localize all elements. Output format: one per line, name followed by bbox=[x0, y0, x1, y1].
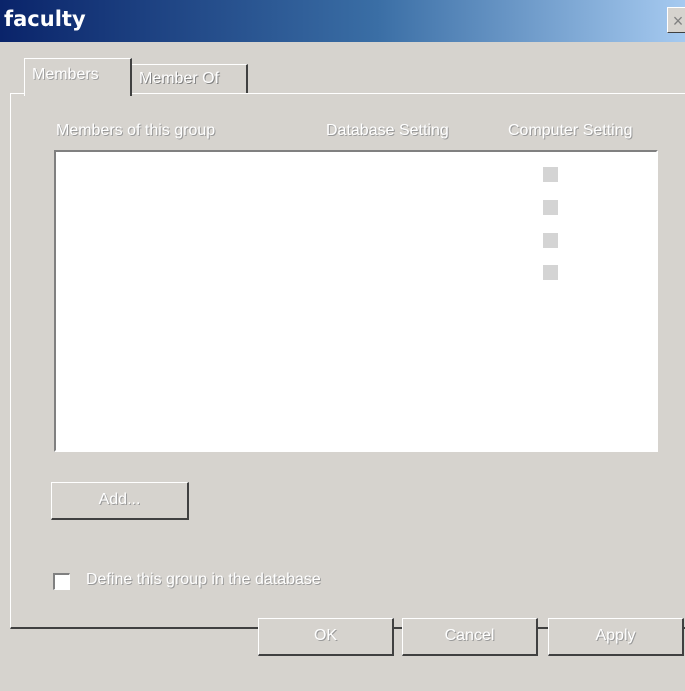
apply-button[interactable]: Apply bbox=[548, 618, 684, 656]
dialog-window: faculty × Members Member Of Members of t… bbox=[0, 0, 685, 691]
close-icon[interactable]: × bbox=[667, 7, 685, 33]
column-header-members[interactable]: Members of this group bbox=[56, 122, 215, 140]
add-button[interactable]: Add... bbox=[51, 482, 189, 520]
ok-button[interactable]: OK bbox=[258, 618, 394, 656]
setting-indicator-icon bbox=[543, 200, 558, 215]
window-title: faculty bbox=[4, 7, 86, 31]
cancel-button[interactable]: Cancel bbox=[402, 618, 538, 656]
setting-indicator-icon bbox=[543, 233, 558, 248]
members-list[interactable] bbox=[54, 150, 658, 452]
define-group-checkbox[interactable] bbox=[53, 573, 70, 590]
column-header-database-setting[interactable]: Database Setting bbox=[326, 122, 449, 140]
title-bar[interactable]: faculty × bbox=[0, 0, 685, 42]
tab-member-of[interactable]: Member Of bbox=[131, 64, 248, 94]
setting-indicator-icon bbox=[543, 265, 558, 280]
tab-member-of-label: Member Of bbox=[139, 70, 220, 87]
define-group-label: Define this group in the database bbox=[86, 571, 321, 588]
column-header-computer-setting[interactable]: Computer Setting bbox=[508, 122, 633, 140]
tab-members[interactable]: Members bbox=[24, 58, 132, 96]
setting-indicator-icon bbox=[543, 167, 558, 182]
tab-members-label: Members bbox=[32, 66, 99, 83]
